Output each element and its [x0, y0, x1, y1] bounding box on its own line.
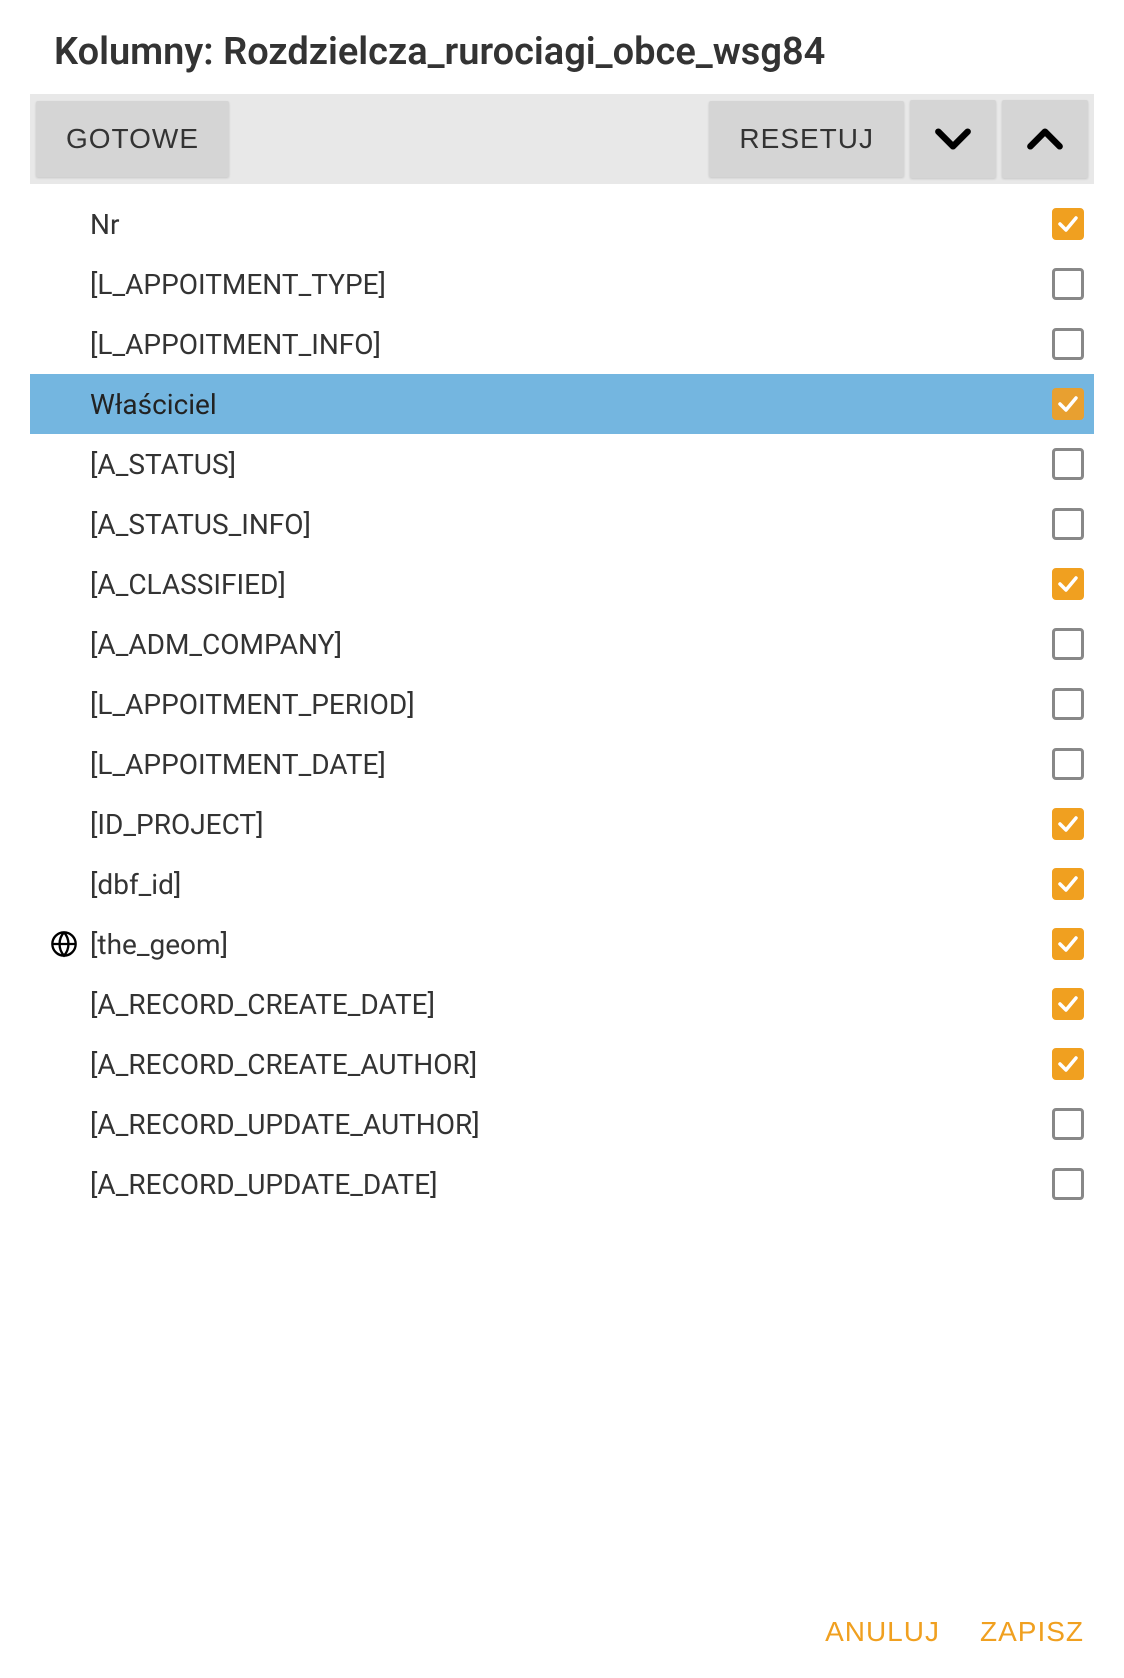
- column-visibility-checkbox[interactable]: [1052, 868, 1084, 900]
- column-visibility-checkbox[interactable]: [1052, 1048, 1084, 1080]
- column-visibility-checkbox[interactable]: [1052, 628, 1084, 660]
- row-label: [A_CLASSIFIED]: [90, 568, 1052, 601]
- row-label: [L_APPOITMENT_INFO]: [90, 328, 1052, 361]
- column-visibility-checkbox[interactable]: [1052, 448, 1084, 480]
- list-row[interactable]: Nr: [30, 194, 1094, 254]
- reset-button[interactable]: RESETUJ: [709, 101, 904, 177]
- list-row[interactable]: [L_APPOITMENT_INFO]: [30, 314, 1094, 374]
- chevron-down-icon: [931, 117, 975, 161]
- toolbar: GOTOWE RESETUJ: [30, 94, 1094, 184]
- list-row[interactable]: [L_APPOITMENT_PERIOD]: [30, 674, 1094, 734]
- column-visibility-checkbox[interactable]: [1052, 1108, 1084, 1140]
- list-row[interactable]: [A_RECORD_CREATE_AUTHOR]: [30, 1034, 1094, 1094]
- columns-list: Nr [L_APPOITMENT_TYPE] [L_APPOITMENT_INFO]…: [30, 194, 1094, 1586]
- column-visibility-checkbox[interactable]: [1052, 208, 1084, 240]
- list-row[interactable]: [A_STATUS_INFO]: [30, 494, 1094, 554]
- column-visibility-checkbox[interactable]: [1052, 328, 1084, 360]
- column-visibility-checkbox[interactable]: [1052, 688, 1084, 720]
- list-row[interactable]: [A_RECORD_UPDATE_AUTHOR]: [30, 1094, 1094, 1154]
- column-visibility-checkbox[interactable]: [1052, 1168, 1084, 1200]
- list-fade: [30, 1536, 1094, 1586]
- row-label: [A_RECORD_CREATE_DATE]: [90, 988, 1052, 1021]
- row-label: [A_STATUS]: [90, 448, 1052, 481]
- row-label: [A_STATUS_INFO]: [90, 508, 1052, 541]
- row-label: [dbf_id]: [90, 868, 1052, 901]
- list-row[interactable]: [the_geom]: [30, 914, 1094, 974]
- list-row[interactable]: [ID_PROJECT]: [30, 794, 1094, 854]
- row-label: Właściciel: [90, 388, 1052, 421]
- list-row[interactable]: [A_CLASSIFIED]: [30, 554, 1094, 614]
- column-visibility-checkbox[interactable]: [1052, 508, 1084, 540]
- row-label: [A_RECORD_UPDATE_AUTHOR]: [90, 1108, 1052, 1141]
- save-button[interactable]: ZAPISZ: [980, 1616, 1084, 1648]
- column-visibility-checkbox[interactable]: [1052, 268, 1084, 300]
- done-button[interactable]: GOTOWE: [36, 101, 229, 177]
- column-visibility-checkbox[interactable]: [1052, 808, 1084, 840]
- list-row[interactable]: [A_RECORD_CREATE_DATE]: [30, 974, 1094, 1034]
- globe-icon: [30, 930, 90, 958]
- row-label: Nr: [90, 208, 1052, 241]
- column-visibility-checkbox[interactable]: [1052, 928, 1084, 960]
- row-label: [the_geom]: [90, 928, 1052, 961]
- row-label: [A_RECORD_UPDATE_DATE]: [90, 1168, 1052, 1201]
- row-label: [L_APPOITMENT_TYPE]: [90, 268, 1052, 301]
- dialog-title: Kolumny: Rozdzielcza_rurociagi_obce_wsg8…: [30, 30, 1094, 74]
- row-label: [L_APPOITMENT_DATE]: [90, 748, 1052, 781]
- row-label: [L_APPOITMENT_PERIOD]: [90, 688, 1052, 721]
- row-label: [ID_PROJECT]: [90, 808, 1052, 841]
- list-row[interactable]: [A_ADM_COMPANY]: [30, 614, 1094, 674]
- cancel-button[interactable]: ANULUJ: [825, 1616, 940, 1648]
- list-row[interactable]: [A_STATUS]: [30, 434, 1094, 494]
- chevron-up-icon: [1023, 117, 1067, 161]
- column-visibility-checkbox[interactable]: [1052, 388, 1084, 420]
- column-visibility-checkbox[interactable]: [1052, 748, 1084, 780]
- list-row[interactable]: [L_APPOITMENT_TYPE]: [30, 254, 1094, 314]
- list-row[interactable]: [dbf_id]: [30, 854, 1094, 914]
- dialog-footer: ANULUJ ZAPISZ: [30, 1586, 1094, 1658]
- row-label: [A_ADM_COMPANY]: [90, 628, 1052, 661]
- column-visibility-checkbox[interactable]: [1052, 568, 1084, 600]
- row-label: [A_RECORD_CREATE_AUTHOR]: [90, 1048, 1052, 1081]
- list-row[interactable]: [A_RECORD_UPDATE_DATE]: [30, 1154, 1094, 1214]
- list-row[interactable]: [L_APPOITMENT_DATE]: [30, 734, 1094, 794]
- move-down-button[interactable]: [910, 100, 996, 178]
- list-row[interactable]: Właściciel: [30, 374, 1094, 434]
- column-visibility-checkbox[interactable]: [1052, 988, 1084, 1020]
- columns-dialog: Kolumny: Rozdzielcza_rurociagi_obce_wsg8…: [0, 0, 1124, 1678]
- move-up-button[interactable]: [1002, 100, 1088, 178]
